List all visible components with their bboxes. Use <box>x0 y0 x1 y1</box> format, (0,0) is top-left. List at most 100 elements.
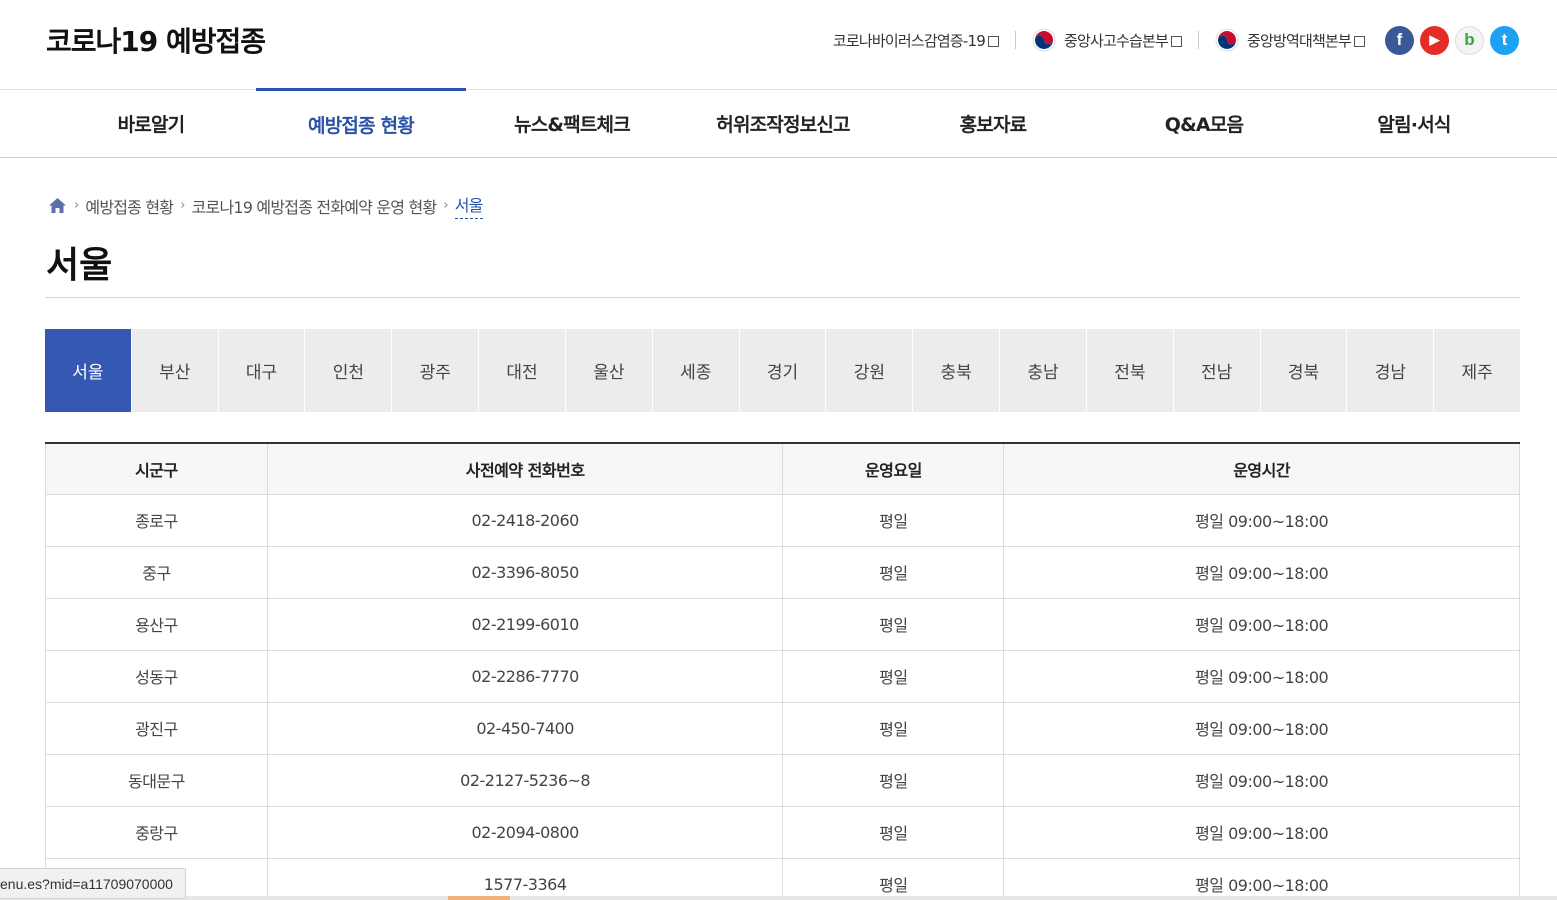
phone-cell: 02-3396-8050 <box>266 545 784 599</box>
nav-item-qa[interactable]: Q&A모음 <box>1099 90 1309 157</box>
tab-gyeongbuk[interactable]: 경북 <box>1259 329 1347 412</box>
site-header: 코로나19 예방접종 코로나바이러스감염증-19 중앙사고수습본부 중앙방역대책… <box>0 0 1557 90</box>
column-header: 운영요일 <box>782 443 1005 495</box>
phone-cell: 02-2094-0800 <box>266 805 784 859</box>
tab-ulsan[interactable]: 울산 <box>564 329 652 412</box>
link-label: 코로나바이러스감염증-19 <box>832 31 986 50</box>
breadcrumb-current: 서울 <box>454 192 483 219</box>
hours-cell: 평일 09:00~18:00 <box>1003 805 1520 859</box>
hours-cell: 평일 09:00~18:00 <box>1003 649 1520 703</box>
phone-cell: 1577-3364 <box>266 857 784 900</box>
table-row: 성동구 02-2286-7770 평일 평일 09:00~18:00 <box>45 649 1520 703</box>
days-cell: 평일 <box>782 701 1005 755</box>
new-window-icon <box>1170 35 1182 47</box>
nav-item-about[interactable]: 바로알기 <box>46 90 256 157</box>
nav-item-status[interactable]: 예방접종 현황 <box>256 88 466 157</box>
table-row: 종로구 02-2418-2060 평일 평일 09:00~18:00 <box>45 493 1520 547</box>
phone-cell: 02-2199-6010 <box>266 597 784 651</box>
site-logo[interactable]: 코로나19 예방접종 <box>46 20 266 60</box>
district-cell: 광진구 <box>45 701 268 755</box>
link-cdscb[interactable]: 중앙방역대책본부 <box>1215 28 1365 52</box>
top-links: 코로나바이러스감염증-19 중앙사고수습본부 중앙방역대책본부 f ▶ b t <box>833 22 1519 58</box>
link-label: 중앙방역대책본부 <box>1246 31 1352 50</box>
tab-sejong[interactable]: 세종 <box>651 329 739 412</box>
district-cell: 종로구 <box>45 493 268 547</box>
breadcrumb-item[interactable]: 예방접종 현황 <box>85 194 174 218</box>
phone-cell: 02-2127-5236~8 <box>266 753 784 807</box>
nav-item-news[interactable]: 뉴스&팩트체크 <box>467 90 677 157</box>
column-header: 시군구 <box>45 443 268 495</box>
tab-gyeonggi[interactable]: 경기 <box>738 329 826 412</box>
tab-gangwon[interactable]: 강원 <box>825 329 912 412</box>
reservation-table: 시군구 사전예약 전화번호 운영요일 운영시간 종로구 02-2418-2060… <box>45 442 1520 900</box>
tab-daejeon[interactable]: 대전 <box>478 329 565 412</box>
link-covid19-site[interactable]: 코로나바이러스감염증-19 <box>833 30 999 51</box>
phone-cell: 02-2418-2060 <box>266 493 784 547</box>
district-cell: 중랑구 <box>45 805 268 859</box>
table-row: 광진구 02-450-7400 평일 평일 09:00~18:00 <box>45 701 1520 755</box>
phone-cell: 02-450-7400 <box>266 701 784 755</box>
blog-icon[interactable]: b <box>1455 25 1484 55</box>
region-tabs: 서울 부산 대구 인천 광주 대전 울산 세종 경기 강원 충북 충남 전북 전… <box>45 329 1520 412</box>
phone-cell: 02-2286-7770 <box>266 649 784 703</box>
hours-cell: 평일 09:00~18:00 <box>1003 753 1520 807</box>
social-links: f ▶ b t <box>1379 25 1519 55</box>
chevron-right-icon: › <box>74 198 79 213</box>
table-row: 중구 02-3396-8050 평일 평일 09:00~18:00 <box>45 545 1520 599</box>
tab-gwangju[interactable]: 광주 <box>391 329 478 412</box>
korea-gov-emblem-icon <box>1215 28 1239 52</box>
browser-status-bar: enu.es?mid=a11709070000 <box>0 868 186 899</box>
tab-daegu[interactable]: 대구 <box>217 329 305 412</box>
tab-incheon[interactable]: 인천 <box>304 329 391 412</box>
days-cell: 평일 <box>782 805 1005 859</box>
youtube-icon[interactable]: ▶ <box>1420 25 1449 55</box>
table-header-row: 시군구 사전예약 전화번호 운영요일 운영시간 <box>45 443 1520 495</box>
reservation-table-wrap: 시군구 사전예약 전화번호 운영요일 운영시간 종로구 02-2418-2060… <box>45 442 1520 900</box>
days-cell: 평일 <box>782 753 1005 807</box>
table-row: 중랑구 02-2094-0800 평일 평일 09:00~18:00 <box>45 805 1520 859</box>
tab-gyeongnam[interactable]: 경남 <box>1346 329 1433 412</box>
breadcrumb-item[interactable]: 코로나19 예방접종 전화예약 운영 현황 <box>192 194 438 218</box>
tab-seoul[interactable]: 서울 <box>45 329 131 412</box>
hours-cell: 평일 09:00~18:00 <box>1003 597 1520 651</box>
hours-cell: 평일 09:00~18:00 <box>1003 493 1520 547</box>
korea-gov-emblem-icon <box>1032 28 1056 52</box>
hours-cell: 평일 09:00~18:00 <box>1003 545 1520 599</box>
horizontal-scrollbar[interactable] <box>0 896 1557 900</box>
tab-chungnam[interactable]: 충남 <box>999 329 1086 412</box>
hours-cell: 평일 09:00~18:00 <box>1003 857 1520 900</box>
nav-item-pr[interactable]: 홍보자료 <box>888 90 1098 157</box>
nav-item-report[interactable]: 허위조작정보신고 <box>678 90 888 157</box>
table-row: 용산구 02-2199-6010 평일 평일 09:00~18:00 <box>45 597 1520 651</box>
link-cdsch[interactable]: 중앙사고수습본부 <box>1032 28 1182 52</box>
scrollbar-thumb[interactable] <box>448 896 510 900</box>
new-window-icon <box>1354 35 1365 47</box>
divider <box>45 297 1520 298</box>
days-cell: 평일 <box>782 649 1005 703</box>
district-cell: 중구 <box>45 545 268 599</box>
link-label: 중앙사고수습본부 <box>1063 31 1169 50</box>
district-cell: 성동구 <box>45 649 268 703</box>
district-cell: 용산구 <box>45 597 268 651</box>
divider <box>1197 31 1199 49</box>
tab-busan[interactable]: 부산 <box>130 329 218 412</box>
tab-jeju[interactable]: 제주 <box>1433 329 1520 412</box>
table-row: 1577-3364 평일 평일 09:00~18:00 <box>45 857 1520 900</box>
main-nav: 바로알기 예방접종 현황 뉴스&팩트체크 허위조작정보신고 홍보자료 Q&A모음… <box>0 88 1557 158</box>
days-cell: 평일 <box>782 493 1005 547</box>
district-cell: 동대문구 <box>45 753 268 807</box>
column-header: 운영시간 <box>1003 443 1520 495</box>
days-cell: 평일 <box>782 597 1005 651</box>
facebook-icon[interactable]: f <box>1385 25 1414 55</box>
breadcrumb: › 예방접종 현황 › 코로나19 예방접종 전화예약 운영 현황 › 서울 <box>48 192 483 219</box>
tab-chungbuk[interactable]: 충북 <box>912 329 999 412</box>
tab-jeonbuk[interactable]: 전북 <box>1085 329 1173 412</box>
home-icon[interactable] <box>48 197 67 214</box>
chevron-right-icon: › <box>180 198 185 213</box>
column-header: 사전예약 전화번호 <box>266 443 784 495</box>
table-row: 동대문구 02-2127-5236~8 평일 평일 09:00~18:00 <box>45 753 1520 807</box>
tab-jeonnam[interactable]: 전남 <box>1172 329 1260 412</box>
twitter-icon[interactable]: t <box>1490 25 1519 55</box>
nav-item-notice[interactable]: 알림·서식 <box>1309 90 1519 157</box>
hours-cell: 평일 09:00~18:00 <box>1003 701 1520 755</box>
